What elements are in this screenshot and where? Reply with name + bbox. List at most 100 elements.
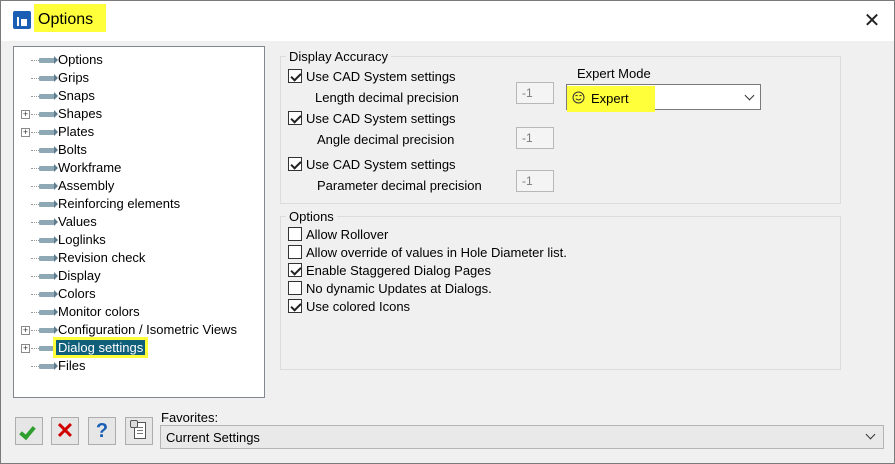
enable-staggered-pages-label: Enable Staggered Dialog Pages — [306, 263, 492, 278]
tree-item-options[interactable]: Options — [14, 51, 262, 69]
tree-connector — [31, 258, 39, 259]
tree-item-label: Shapes — [58, 106, 103, 121]
tree-item-snaps[interactable]: Snaps — [14, 87, 262, 105]
display-accuracy-title: Display Accuracy — [286, 49, 391, 64]
tree-item-revision-check[interactable]: Revision check — [14, 249, 262, 267]
tree-item-values[interactable]: Values — [14, 213, 262, 231]
tree-node-icon — [39, 110, 58, 118]
tree-node-icon — [39, 218, 58, 226]
allow-rollover-label: Allow Rollover — [306, 227, 389, 242]
tree-item-loglinks[interactable]: Loglinks — [14, 231, 262, 249]
tree-connector — [31, 168, 39, 169]
tree-item-label: Workframe — [58, 160, 122, 175]
expand-plus-icon[interactable]: + — [21, 110, 30, 119]
tree-connector — [31, 276, 39, 277]
tree-item-label: Reinforcing elements — [58, 196, 181, 211]
tree-connector — [31, 60, 39, 61]
tree-connector — [31, 186, 39, 187]
tree-item-label: Assembly — [58, 178, 115, 193]
tree-item-label: Snaps — [58, 88, 95, 103]
tree-connector — [31, 312, 39, 313]
angle-precision-input[interactable]: -1 — [516, 127, 554, 149]
tree-item-assembly[interactable]: Assembly — [14, 177, 262, 195]
tree-item-display[interactable]: Display — [14, 267, 262, 285]
cancel-button[interactable]: ✕ — [51, 417, 79, 445]
help-icon: ? — [95, 420, 109, 442]
close-button[interactable]: ✕ — [853, 5, 891, 37]
tree-connector — [31, 114, 39, 115]
tree-node-icon — [39, 362, 58, 370]
tree-item-files[interactable]: Files — [14, 357, 262, 375]
tree-node-icon — [39, 254, 58, 262]
title-bar[interactable]: Options ✕ — [1, 1, 894, 41]
tree-item-monitor-colors[interactable]: Monitor colors — [14, 303, 262, 321]
parameter-use-cad-checkbox[interactable] — [288, 157, 302, 171]
enable-staggered-pages-checkbox[interactable] — [288, 263, 302, 277]
green-check-icon — [19, 422, 36, 441]
tree-connector — [31, 132, 39, 133]
chevron-down-icon[interactable] — [865, 429, 876, 440]
copy-settings-button[interactable] — [125, 417, 153, 445]
tree-node-icon — [39, 326, 58, 334]
tree-connector — [31, 294, 39, 295]
tree-item-label: Loglinks — [58, 232, 106, 247]
tree-node-icon — [39, 56, 58, 64]
tree-item-bolts[interactable]: Bolts — [14, 141, 262, 159]
allow-override-hole-diameter-checkbox[interactable] — [288, 245, 302, 259]
options-tree[interactable]: Options Grips Snaps + Shapes + Plates Bo… — [13, 46, 265, 398]
tree-connector — [31, 204, 39, 205]
options-group-title: Options — [286, 209, 337, 224]
tree-item-label: Colors — [58, 286, 96, 301]
tree-connector — [31, 348, 39, 349]
help-button[interactable]: ? — [88, 417, 116, 445]
angle-precision-label: Angle decimal precision — [317, 132, 455, 147]
tree-item-label: Grips — [58, 70, 90, 85]
tree-item-grips[interactable]: Grips — [14, 69, 262, 87]
tree-connector — [31, 330, 39, 331]
tree-node-icon — [39, 74, 58, 82]
tree-node-icon — [39, 344, 58, 352]
tree-node-icon — [39, 290, 58, 298]
no-dynamic-updates-checkbox[interactable] — [288, 281, 302, 295]
options-dialog: Options ✕ Options Grips Snaps + Shapes + — [0, 0, 895, 464]
expand-plus-icon[interactable]: + — [21, 128, 30, 137]
allow-rollover-checkbox[interactable] — [288, 227, 302, 241]
use-colored-icons-label: Use colored Icons — [306, 299, 411, 314]
favorites-value: Current Settings — [166, 430, 260, 445]
tree-node-icon — [39, 128, 58, 136]
tree-connector — [31, 240, 39, 241]
tree-node-icon — [39, 236, 58, 244]
tree-item-label: Monitor colors — [58, 304, 140, 319]
favorites-select[interactable]: Current Settings — [160, 425, 884, 449]
tree-item-label-selected: Dialog settings — [52, 337, 149, 358]
parameter-precision-input[interactable]: -1 — [516, 170, 554, 192]
tree-item-label: Plates — [58, 124, 95, 139]
tree-item-configuration[interactable]: + Configuration / Isometric Views — [14, 321, 262, 339]
parameter-use-cad-label: Use CAD System settings — [306, 157, 456, 172]
expand-plus-icon[interactable]: + — [21, 326, 30, 335]
length-precision-label: Length decimal precision — [315, 90, 459, 105]
tree-connector — [31, 78, 39, 79]
tree-item-colors[interactable]: Colors — [14, 285, 262, 303]
angle-use-cad-label: Use CAD System settings — [306, 111, 456, 126]
tree-node-icon — [39, 182, 58, 190]
tree-item-reinforcing-elements[interactable]: Reinforcing elements — [14, 195, 262, 213]
angle-use-cad-checkbox[interactable] — [288, 111, 302, 125]
tree-item-workframe[interactable]: Workframe — [14, 159, 262, 177]
tree-item-dialog-settings[interactable]: + Dialog settings — [14, 337, 262, 358]
ok-button[interactable] — [15, 417, 43, 445]
tree-connector — [31, 222, 39, 223]
red-x-icon: ✕ — [55, 418, 75, 443]
tree-connector — [31, 96, 39, 97]
clipboard-icon — [130, 420, 138, 428]
tree-item-shapes[interactable]: + Shapes — [14, 105, 262, 123]
length-use-cad-checkbox[interactable] — [288, 69, 302, 83]
tree-item-plates[interactable]: + Plates — [14, 123, 262, 141]
length-precision-input[interactable]: -1 — [516, 82, 554, 104]
window-title: Options — [38, 11, 94, 28]
use-colored-icons-checkbox[interactable] — [288, 299, 302, 313]
expert-mode-label: Expert Mode — [577, 66, 651, 81]
favorites-label: Favorites: — [161, 410, 219, 425]
expand-plus-icon[interactable]: + — [21, 344, 30, 353]
no-dynamic-updates-label: No dynamic Updates at Dialogs. — [306, 281, 492, 296]
